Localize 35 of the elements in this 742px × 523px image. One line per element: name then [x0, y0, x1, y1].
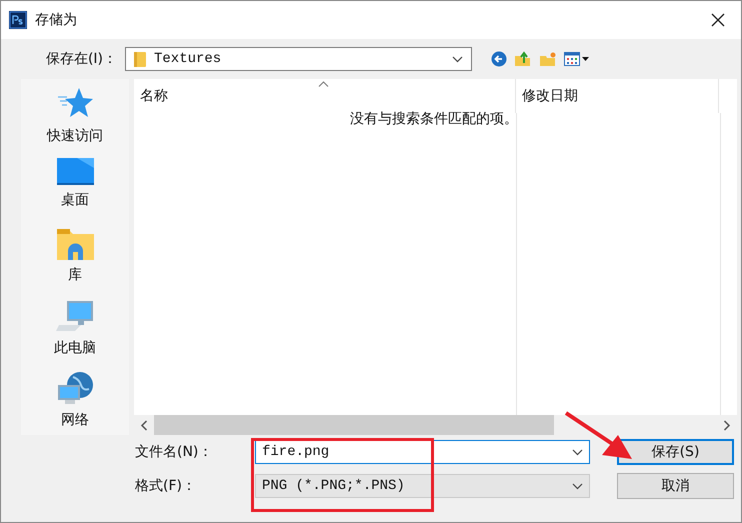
- back-icon[interactable]: [491, 51, 507, 67]
- place-label[interactable]: 桌面: [61, 191, 89, 210]
- desktop-icon[interactable]: [56, 158, 94, 186]
- scroll-left-icon[interactable]: [140, 420, 148, 430]
- folder-icon: [134, 52, 146, 66]
- scrollbar-thumb[interactable]: [154, 415, 554, 435]
- place-label[interactable]: 网络: [61, 410, 89, 429]
- place-label[interactable]: 此电脑: [54, 338, 96, 357]
- chevron-down-icon: [452, 56, 463, 62]
- up-folder-icon[interactable]: [514, 51, 532, 67]
- new-folder-icon[interactable]: [539, 51, 557, 67]
- chevron-down-icon: [572, 448, 583, 456]
- scroll-right-icon[interactable]: [723, 420, 731, 430]
- folder-icon[interactable]: [56, 229, 94, 260]
- app-icon: [9, 11, 27, 29]
- sort-up-icon: [318, 81, 329, 87]
- place-label[interactable]: 快速访问: [47, 127, 103, 145]
- location-dropdown[interactable]: Textures: [125, 47, 472, 71]
- annotation-arrow: [564, 411, 634, 461]
- save-button[interactable]: 保存(S): [617, 439, 734, 465]
- network-icon[interactable]: [57, 372, 93, 405]
- window-title: 存储为: [35, 11, 77, 29]
- column-header[interactable]: 修改日期: [516, 79, 719, 113]
- view-menu-icon[interactable]: [564, 52, 590, 66]
- computer-icon[interactable]: [56, 300, 94, 333]
- place-label[interactable]: 库: [68, 266, 82, 284]
- close-icon[interactable]: [711, 13, 725, 27]
- format-dropdown[interactable]: PNG (*.PNG;*.PNS): [255, 474, 590, 498]
- file-name-label: 文件名(N)：: [135, 443, 214, 461]
- cancel-button[interactable]: 取消: [617, 473, 734, 499]
- format-label: 格式(F)：: [135, 477, 197, 495]
- location-label: 保存在(I)：: [44, 50, 118, 68]
- empty-message: 没有与搜索条件匹配的项。: [350, 110, 518, 128]
- file-name-field[interactable]: fire.png: [255, 440, 590, 464]
- chevron-down-icon: [572, 482, 583, 490]
